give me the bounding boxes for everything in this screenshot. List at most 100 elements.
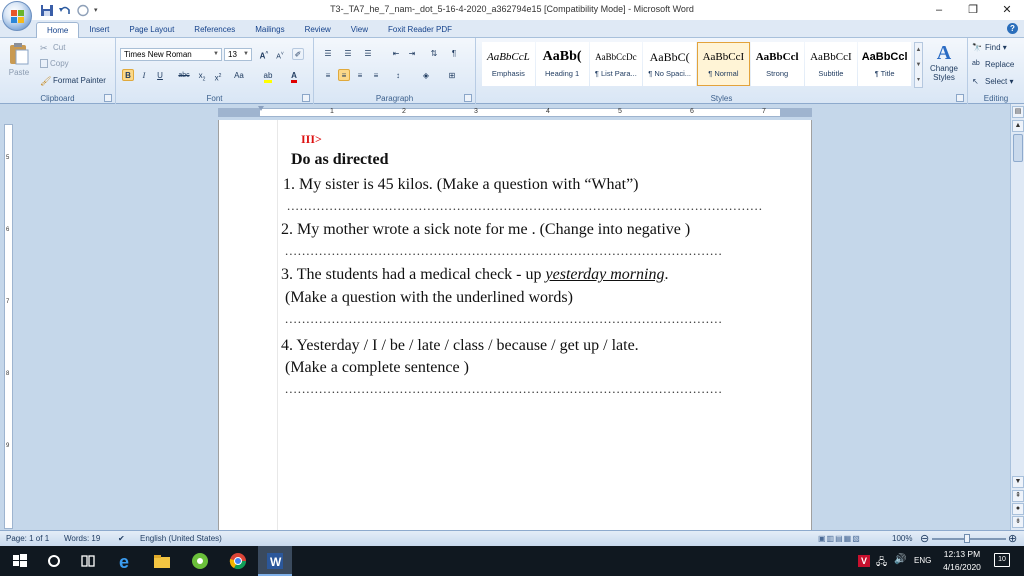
styles-dialog-launcher[interactable]	[956, 94, 964, 102]
format-painter-button[interactable]: 🖌 Format Painter	[40, 76, 106, 86]
input-language[interactable]: ENG	[914, 556, 931, 565]
increase-indent-button[interactable]: ⇥	[406, 48, 418, 60]
minimize-button[interactable]: –	[922, 0, 956, 20]
volume-icon[interactable]: 🔊	[894, 554, 906, 565]
align-left-button[interactable]: ≡	[322, 70, 334, 82]
align-center-button[interactable]: ≡	[338, 69, 350, 81]
ruler-toggle-button[interactable]: ▤	[1012, 106, 1024, 118]
zoom-slider-thumb[interactable]	[964, 534, 970, 543]
tab-view[interactable]: View	[341, 22, 378, 38]
tab-insert[interactable]: Insert	[79, 22, 119, 38]
paragraph-dialog-launcher[interactable]	[464, 94, 472, 102]
clear-formatting-button[interactable]: ✐	[292, 48, 304, 60]
scroll-up-button[interactable]: ▲	[1012, 120, 1024, 132]
font-dialog-launcher[interactable]	[302, 94, 310, 102]
style-list-paragraph[interactable]: AaBbCcDc ¶ List Para...	[589, 42, 643, 86]
font-size-select[interactable]: 13 ▼	[224, 48, 252, 61]
multilevel-list-button[interactable]: ☰	[362, 48, 374, 60]
network-icon[interactable]: 🖧	[876, 555, 887, 572]
vertical-scrollbar[interactable]: ▤ ▲ ▼ ⇞ ● ⇟	[1010, 104, 1024, 530]
proofing-icon[interactable]: ✔	[118, 534, 125, 543]
clock-time[interactable]: 12:13 PM	[940, 549, 984, 559]
chrome-icon[interactable]	[228, 551, 248, 571]
clipboard-dialog-launcher[interactable]	[104, 94, 112, 102]
tab-review[interactable]: Review	[295, 22, 341, 38]
style-title[interactable]: AaBbCcl ¶ Title	[858, 42, 911, 86]
edge-browser-icon[interactable]: e	[116, 551, 136, 571]
style-no-spacing[interactable]: AaBbC(¶ No Spaci...	[643, 42, 696, 86]
copy-button[interactable]: Copy	[40, 59, 69, 69]
zoom-in-icon[interactable]: ⊕	[1008, 532, 1017, 545]
notifications-icon[interactable]: 10	[994, 553, 1010, 567]
indent-marker-icon[interactable]	[258, 106, 264, 118]
decrease-indent-button[interactable]: ⇤	[390, 48, 402, 60]
style-emphasis[interactable]: AaBbCcL Emphasis	[482, 42, 535, 86]
numbering-button[interactable]: ☰	[342, 48, 354, 60]
page-count[interactable]: Page: 1 of 1	[6, 534, 49, 543]
document-page[interactable]: III> Do as directed 1. My sister is 45 k…	[218, 120, 812, 530]
shrink-font-button[interactable]: A˅	[274, 48, 286, 60]
help-icon[interactable]: ?	[1007, 23, 1018, 34]
change-case-button[interactable]: Aa	[230, 70, 248, 82]
word-taskbar-button[interactable]: W	[258, 546, 292, 576]
language-indicator[interactable]: English (United States)	[140, 534, 222, 543]
paste-button[interactable]: Paste	[6, 42, 32, 77]
restore-button[interactable]: ❐	[956, 0, 990, 20]
italic-button[interactable]: I	[138, 70, 150, 82]
horizontal-ruler[interactable]: 1 2 3 4 5 6 7	[0, 104, 1024, 120]
superscript-button[interactable]: x2	[212, 70, 224, 83]
app-green-icon[interactable]	[190, 551, 210, 571]
strikethrough-button[interactable]: abc	[176, 70, 192, 82]
tab-foxit-reader-pdf[interactable]: Foxit Reader PDF	[378, 22, 462, 38]
font-family-select[interactable]: Times New Roman ▼	[120, 48, 222, 61]
borders-button[interactable]: ⊞	[446, 70, 458, 82]
file-explorer-icon[interactable]	[152, 551, 172, 571]
line-spacing-button[interactable]: ↕	[392, 70, 404, 82]
bullets-button[interactable]: ☰	[322, 48, 334, 60]
view-buttons[interactable]: ▣▥▤▦▧	[818, 534, 861, 543]
underline-button[interactable]: U	[154, 70, 166, 82]
align-right-button[interactable]: ≡	[354, 70, 366, 82]
style-normal[interactable]: AaBbCcI ¶ Normal	[697, 42, 750, 86]
tab-page-layout[interactable]: Page Layout	[119, 22, 184, 38]
clock-date[interactable]: 4/16/2020	[936, 562, 988, 572]
justify-button[interactable]: ≡	[370, 70, 382, 82]
change-styles-button[interactable]: A Change Styles	[926, 42, 962, 82]
style-heading-1[interactable]: AaBb(Heading 1	[535, 42, 589, 86]
scroll-thumb[interactable]	[1013, 134, 1023, 162]
office-button[interactable]	[2, 1, 32, 31]
grow-font-button[interactable]: A^	[258, 48, 270, 61]
style-strong[interactable]: AaBbCcl Strong	[750, 42, 804, 86]
sort-button[interactable]: ⇅	[428, 48, 440, 60]
next-page-button[interactable]: ⇟	[1012, 516, 1024, 528]
find-button[interactable]: 🔭 Find ▾	[972, 43, 1007, 53]
word-count[interactable]: Words: 19	[64, 534, 100, 543]
antivirus-tray-icon[interactable]: V	[858, 555, 870, 567]
bold-button[interactable]: B	[122, 69, 134, 81]
zoom-out-icon[interactable]: ⊖	[920, 532, 929, 545]
zoom-level[interactable]: 100%	[892, 534, 912, 543]
replace-button[interactable]: ab Replace	[972, 60, 1014, 70]
tab-home[interactable]: Home	[36, 22, 80, 39]
tab-references[interactable]: References	[184, 22, 245, 38]
select-browse-object-button[interactable]: ●	[1012, 503, 1024, 515]
close-button[interactable]: ✕	[990, 0, 1024, 20]
windows-start-icon[interactable]	[10, 551, 30, 571]
search-icon[interactable]	[44, 551, 64, 571]
highlight-color-button[interactable]: ab	[262, 70, 274, 83]
copy-label: Copy	[50, 59, 69, 68]
style-name: ¶ List Para...	[594, 69, 637, 78]
subscript-button[interactable]: x2	[196, 70, 208, 83]
shading-button[interactable]: ◈	[420, 70, 432, 82]
cut-button[interactable]: ✂ Cut	[40, 43, 65, 53]
vertical-ruler[interactable]: 5 6 7 8 9	[4, 124, 13, 529]
tab-mailings[interactable]: Mailings	[245, 22, 294, 38]
styles-scroll[interactable]: ▲ ▼ ▾	[914, 42, 923, 88]
select-button[interactable]: ↖ Select ▾	[972, 77, 1013, 87]
previous-page-button[interactable]: ⇞	[1012, 490, 1024, 502]
font-color-button[interactable]: A	[288, 70, 300, 83]
show-formatting-button[interactable]: ¶	[448, 48, 460, 60]
task-view-icon[interactable]	[78, 551, 98, 571]
style-subtitle[interactable]: AaBbCcI Subtitle	[804, 42, 858, 86]
scroll-down-button[interactable]: ▼	[1012, 476, 1024, 488]
